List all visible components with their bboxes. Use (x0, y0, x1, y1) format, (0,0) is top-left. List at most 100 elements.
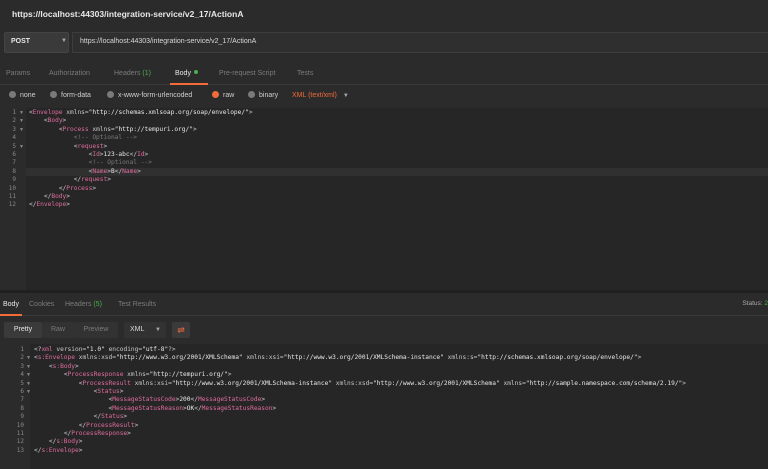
line-number: 9 (20, 413, 24, 421)
line-number: 5 (20, 379, 24, 387)
line-number: 4 (12, 134, 16, 142)
option-urlencoded-label: x-www-form-urlencoded (118, 92, 193, 99)
line-number: 8 (20, 404, 24, 412)
code-line: <MessageStatusReason>OK</MessageStatusRe… (108, 404, 277, 412)
line-number: 7 (20, 396, 24, 404)
tab-tests[interactable]: Tests (297, 70, 313, 77)
code-line: <ProcessResponse xmlns="http://tempuri.o… (63, 371, 232, 379)
body-type-options: none form-data x-www-form-urlencoded raw… (0, 86, 768, 106)
line-number: 2 (20, 354, 24, 362)
code-line: <request> (73, 142, 108, 150)
line-number: 10 (8, 184, 16, 192)
status-label: Status: (742, 300, 763, 307)
content-type-select[interactable]: XML (text/xml) ▼ (292, 92, 349, 99)
fold-toggle-icon[interactable]: ▼ (26, 363, 31, 371)
resp-tab-body[interactable]: Body (3, 301, 19, 308)
code-line: </Envelope> (29, 201, 70, 209)
radio-raw[interactable] (212, 91, 219, 98)
code-line: <s:Body> (48, 362, 79, 370)
code-line: <Process xmlns="http://tempuri.org/"> (58, 125, 197, 133)
fold-toggle-icon[interactable]: ▼ (26, 371, 31, 379)
tab-params[interactable]: Params (6, 70, 30, 77)
code-line: </request> (73, 176, 111, 184)
response-format-select[interactable]: XML ▼ (124, 322, 166, 338)
request-tabs: Params Authorization Headers (1) Body Pr… (0, 62, 768, 85)
radio-none[interactable] (9, 91, 16, 98)
code-line: <s:Envelope xmlns:xsd="http://www.w3.org… (34, 354, 642, 362)
line-number: 2 (12, 117, 16, 125)
title-bar: https://localhost:44303/integration-serv… (0, 0, 768, 28)
code-line: <?xml version="1.0" encoding="utf-8"?> (34, 346, 176, 353)
code-line: <!-- Optional --> (88, 159, 152, 167)
radio-binary[interactable] (248, 91, 255, 98)
code-line: <ProcessResult xmlns:xsi="http://www.w3.… (78, 379, 687, 387)
wrap-lines-icon[interactable]: ⇌ (172, 322, 190, 338)
radio-urlencoded[interactable] (107, 91, 114, 98)
line-number: 1 (12, 109, 16, 116)
chevron-down-icon: ▼ (342, 93, 349, 99)
resp-tab-test-results[interactable]: Test Results (118, 301, 156, 308)
tab-body[interactable]: Body (175, 70, 198, 77)
code-line: <Body> (43, 117, 67, 125)
line-number: 13 (16, 446, 24, 454)
method-label: POST (11, 38, 31, 45)
line-number: 7 (12, 159, 16, 167)
raw-button[interactable]: Raw (42, 322, 74, 338)
resp-tab-headers[interactable]: Headers (5) (65, 301, 102, 308)
status-value: 2 (764, 300, 768, 307)
tab-headers[interactable]: Headers (1) (114, 70, 151, 77)
method-select[interactable]: POST ▼ (4, 32, 69, 53)
line-number: 11 (8, 193, 16, 200)
line-number: 8 (12, 167, 16, 175)
line-number: 4 (20, 371, 24, 379)
line-number: 3 (20, 362, 24, 370)
code-line: </s:Envelope> (34, 446, 83, 454)
line-number: 12 (16, 438, 24, 446)
code-line: </Process> (58, 184, 97, 192)
response-tabs: Body Cookies Headers (5) Test Results (0, 293, 768, 316)
line-number: 1 (20, 346, 24, 353)
code-line: <!-- Optional --> (73, 134, 138, 142)
fold-toggle-icon[interactable]: ▼ (19, 126, 24, 134)
code-line: <Name>B</Name> (88, 167, 141, 175)
radio-form-data[interactable] (50, 91, 57, 98)
line-number: 10 (16, 421, 24, 429)
fold-toggle-icon[interactable]: ▼ (19, 117, 24, 125)
code-line: </ProcessResult> (78, 421, 139, 429)
active-tab-indicator (170, 83, 208, 85)
line-number: 11 (16, 430, 24, 437)
fold-toggle-icon[interactable]: ▼ (26, 354, 31, 362)
tab-pre-request-script[interactable]: Pre-request Script (219, 70, 275, 77)
line-number: 6 (20, 388, 24, 395)
fold-toggle-icon[interactable]: ▼ (26, 380, 31, 388)
response-toolbar: Pretty Raw Preview XML ▼ ⇌ (0, 316, 768, 344)
code-line: <Envelope xmlns="http://schemas.xmlsoap.… (29, 109, 253, 116)
body-indicator-icon (193, 70, 198, 74)
code-line: </Status> (93, 413, 128, 421)
resp-tab-cookies[interactable]: Cookies (29, 301, 54, 308)
code-line: </ProcessResponse> (63, 430, 131, 437)
option-none-label: none (20, 92, 36, 99)
code-line: </s:Body> (48, 438, 83, 446)
code-line: <MessageStatusCode>200</MessageStatusCod… (108, 396, 266, 404)
line-number: 6 (12, 151, 16, 158)
fold-toggle-icon[interactable]: ▼ (19, 143, 24, 151)
code-line: <Id>123-abc</Id> (88, 151, 149, 158)
preview-button[interactable]: Preview (74, 322, 118, 338)
code-line: </Body> (43, 193, 70, 200)
fold-toggle-icon[interactable]: ▼ (19, 109, 24, 117)
headers-count: (1) (142, 70, 151, 77)
fold-toggle-icon[interactable]: ▼ (26, 388, 31, 396)
option-binary-label: binary (259, 92, 279, 99)
pretty-button[interactable]: Pretty (4, 322, 42, 338)
url-input[interactable]: https://localhost:44303/integration-serv… (72, 32, 768, 53)
line-number: 3 (12, 125, 16, 133)
chevron-down-icon: ▼ (61, 38, 67, 44)
response-status: Status: 2 (742, 300, 768, 307)
tab-authorization[interactable]: Authorization (49, 70, 90, 77)
chevron-down-icon: ▼ (155, 327, 161, 333)
resp-headers-count: (5) (93, 301, 102, 308)
request-title: https://localhost:44303/integration-serv… (12, 9, 244, 19)
line-number: 5 (12, 142, 16, 150)
code-line: <Status> (93, 388, 124, 395)
